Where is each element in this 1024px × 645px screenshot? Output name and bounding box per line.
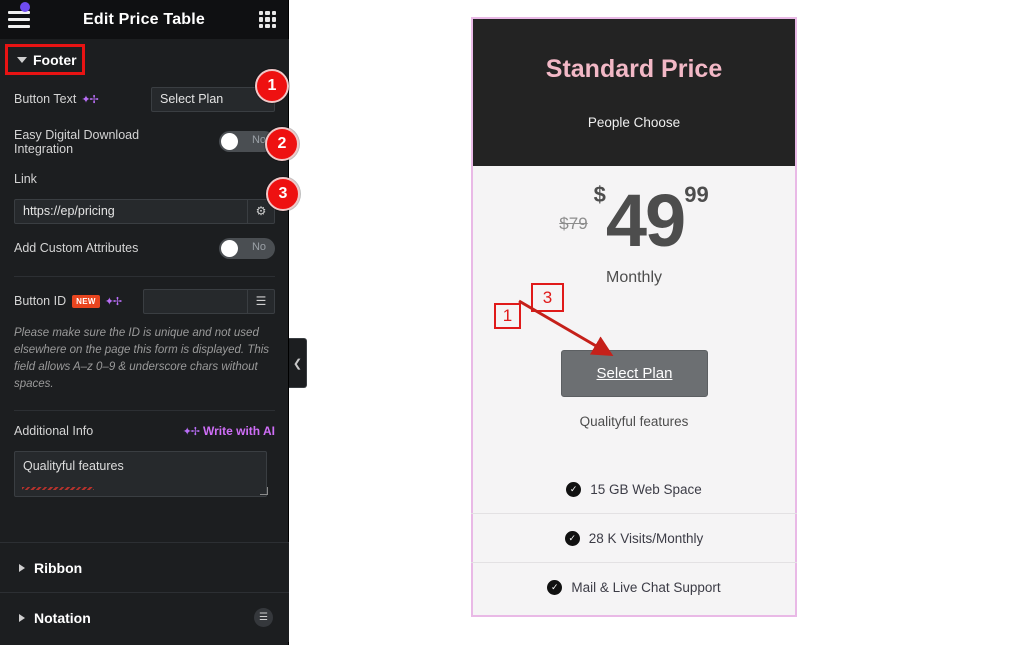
chevron-down-icon (17, 56, 27, 63)
field-button-id: Button ID NEW ✦✢ ☰ (0, 277, 289, 325)
panel-collapse-handle[interactable]: ❮ (289, 338, 307, 388)
chevron-right-icon (19, 613, 25, 622)
button-text-label: Button Text (14, 92, 77, 106)
feature-list: ✓ 15 GB Web Space ✓ 28 K Visits/Monthly … (471, 465, 797, 612)
ai-sparkle-icon[interactable]: ✦✢ (105, 295, 122, 308)
grid-apps-icon[interactable] (259, 11, 276, 28)
edd-toggle-label: No (251, 134, 266, 146)
custom-attributes-toggle[interactable]: No (219, 237, 275, 259)
note-icon[interactable]: ☰ (254, 608, 273, 627)
button-id-input[interactable] (143, 288, 248, 314)
custom-attributes-label: Add Custom Attributes (14, 241, 139, 255)
field-custom-attributes: Add Custom Attributes No (0, 228, 289, 268)
screen: Edit Price Table Footer Button Text ✦✢ E… (0, 0, 1024, 645)
feature-item: ✓ Mail & Live Chat Support (471, 563, 797, 612)
database-icon[interactable]: ☰ (248, 288, 275, 314)
panel-body: Button Text ✦✢ Easy Digital Download Int… (0, 79, 289, 507)
field-edd-integration: Easy Digital Download Integration No (0, 119, 289, 164)
ai-sparkle-icon[interactable]: ✦✢ (81, 93, 98, 106)
check-circle-icon: ✓ (564, 530, 580, 546)
annotation-arrow-icon (518, 299, 614, 357)
old-price: $79 (559, 214, 588, 233)
section-notation[interactable]: Notation ☰ (0, 592, 289, 642)
card-title: Standard Price (545, 55, 723, 83)
currency-symbol: $ (593, 182, 606, 207)
step-badge-1: 1 (255, 69, 289, 103)
chevron-right-icon (19, 563, 25, 572)
section-footer-highlight[interactable]: Footer (5, 44, 85, 75)
check-circle-icon: ✓ (547, 580, 563, 595)
additional-info-label: Additional Info (14, 424, 94, 438)
panel-header: Edit Price Table (0, 0, 288, 39)
feature-item: ✓ 28 K Visits/Monthly (471, 514, 797, 563)
field-additional-info (0, 451, 289, 507)
step-badge-2: 2 (265, 127, 299, 161)
feature-label: 15 GB Web Space (590, 481, 702, 497)
field-link-label-row: Link (0, 164, 289, 194)
custom-attributes-toggle-knob (221, 239, 238, 257)
custom-attributes-toggle-label: No (251, 240, 266, 253)
link-label: Link (14, 172, 37, 186)
ai-sparkle-icon: ✦✢ (182, 425, 200, 438)
hamburger-icon[interactable] (8, 11, 30, 28)
field-additional-info-header: Additional Info ✦✢ Write with AI (0, 411, 289, 451)
additional-info-textarea[interactable] (14, 451, 267, 497)
section-ribbon-label: Ribbon (34, 559, 83, 576)
section-footer-label: Footer (33, 51, 77, 68)
section-ribbon[interactable]: Ribbon (0, 542, 289, 592)
billing-period: Monthly (605, 269, 663, 286)
button-id-helper-text: Please make sure the ID is unique and no… (14, 327, 270, 390)
card-extra-info: Qualityful features (579, 414, 689, 429)
write-with-ai-link[interactable]: Write with AI (203, 424, 275, 438)
link-input[interactable] (14, 198, 248, 224)
feature-label: Mail & Live Chat Support (571, 580, 721, 595)
textarea-resize-grip[interactable] (260, 487, 268, 495)
price-amount: 49 (605, 179, 686, 262)
button-id-label: Button ID (14, 294, 67, 308)
field-link: ⚙ (0, 194, 289, 228)
new-badge: NEW (72, 294, 100, 308)
check-circle-icon: ✓ (566, 481, 582, 497)
editor-panel: Edit Price Table Footer Button Text ✦✢ E… (0, 0, 300, 645)
notification-dot-icon (20, 2, 30, 12)
card-subtitle: People Choose (587, 115, 681, 130)
price-block: $79 $ 49 99 (473, 166, 795, 266)
edd-label: Easy Digital Download Integration (14, 127, 140, 156)
edd-toggle-knob (221, 133, 238, 150)
step-badge-3: 3 (266, 177, 300, 211)
section-notation-label: Notation (34, 609, 91, 626)
field-button-text: Button Text ✦✢ (0, 79, 289, 119)
spellcheck-underline (22, 487, 94, 490)
price-cents: 99 (684, 182, 709, 207)
feature-item: ✓ 15 GB Web Space (471, 465, 797, 514)
panel-title: Edit Price Table (82, 10, 206, 28)
card-header: Standard Price People Choose (473, 19, 795, 166)
feature-label: 28 K Visits/Monthly (588, 530, 704, 546)
